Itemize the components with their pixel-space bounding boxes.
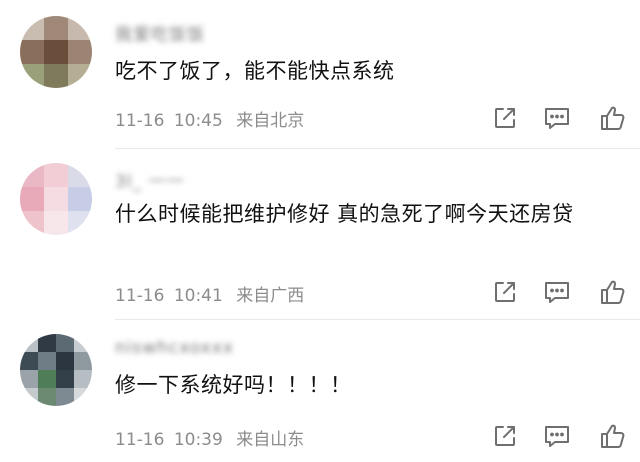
comment-item: 3l_ 一一 什么时候能把维护修好 真的急死了啊今天还房贷 11-16 10:4… bbox=[0, 149, 640, 319]
comment-icon bbox=[545, 282, 569, 303]
username[interactable]: niswhcxoxxx bbox=[115, 338, 234, 360]
avatar[interactable] bbox=[20, 16, 92, 88]
comment-location: 来自广西 bbox=[236, 286, 305, 306]
comment-item: 我爱吃饭饭 吃不了饭了，能不能快点系统 11-16 10:45 来自北京 bbox=[0, 0, 640, 148]
comment-time: 10:39 bbox=[173, 430, 223, 450]
comment-actions bbox=[490, 103, 628, 133]
avatar[interactable] bbox=[20, 334, 92, 406]
comment-icon bbox=[545, 108, 569, 129]
share-icon bbox=[495, 282, 515, 302]
like-button[interactable] bbox=[598, 421, 628, 451]
like-button[interactable] bbox=[598, 277, 628, 307]
like-button[interactable] bbox=[598, 103, 628, 133]
comment-time: 10:45 bbox=[173, 111, 223, 131]
reply-button[interactable] bbox=[542, 103, 572, 133]
comment-icon bbox=[545, 426, 569, 447]
comment-meta: 11-16 10:39 来自山东 bbox=[115, 425, 305, 450]
comment-location: 来自山东 bbox=[236, 430, 305, 450]
comment-meta: 11-16 10:41 来自广西 bbox=[115, 281, 305, 306]
share-icon bbox=[495, 426, 515, 446]
comment-text: 什么时候能把维护修好 真的急死了啊今天还房贷 bbox=[115, 202, 574, 226]
comment-text: 吃不了饭了，能不能快点系统 bbox=[115, 59, 395, 83]
comment-item: niswhcxoxxx 修一下系统好吗！！！！ 11-16 10:39 来自山东 bbox=[0, 320, 640, 462]
comment-date: 11-16 bbox=[115, 430, 165, 450]
reply-button[interactable] bbox=[542, 421, 572, 451]
avatar[interactable] bbox=[20, 163, 92, 235]
comment-time: 10:41 bbox=[173, 286, 223, 306]
thumbs-up-icon bbox=[601, 280, 625, 304]
thumbs-up-icon bbox=[601, 424, 625, 448]
comment-meta: 11-16 10:45 来自北京 bbox=[115, 106, 305, 131]
comment-date: 11-16 bbox=[115, 286, 165, 306]
share-button[interactable] bbox=[490, 277, 520, 307]
comment-location: 来自北京 bbox=[236, 111, 305, 131]
comment-date: 11-16 bbox=[115, 111, 165, 131]
share-icon bbox=[495, 108, 515, 128]
username[interactable]: 3l_ 一一 bbox=[115, 167, 184, 192]
username[interactable]: 我爱吃饭饭 bbox=[115, 20, 205, 45]
share-button[interactable] bbox=[490, 103, 520, 133]
comment-actions bbox=[490, 277, 628, 307]
thumbs-up-icon bbox=[601, 106, 625, 130]
reply-button[interactable] bbox=[542, 277, 572, 307]
comment-actions bbox=[490, 421, 628, 451]
share-button[interactable] bbox=[490, 421, 520, 451]
comment-text: 修一下系统好吗！！！！ bbox=[115, 373, 352, 397]
